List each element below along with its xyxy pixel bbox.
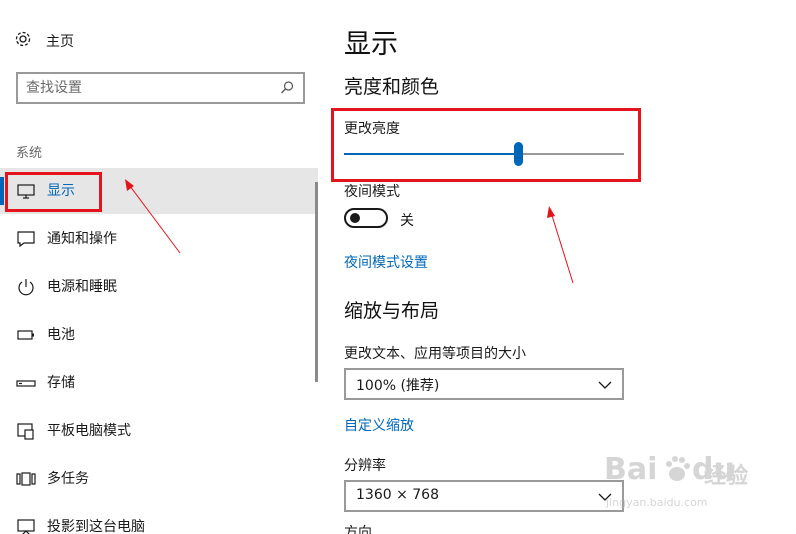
annotation-box-display <box>5 172 102 212</box>
sidebar-item-label: 平板电脑模式 <box>47 423 131 439</box>
sidebar-item-label: 多任务 <box>47 471 89 487</box>
sidebar-item-multitasking[interactable]: 多任务 <box>0 456 318 502</box>
sidebar: 主页 系统 显示 通知和操作 <box>0 0 320 534</box>
night-mode-settings-link[interactable]: 夜间模式设置 <box>344 252 428 272</box>
sidebar-item-label: 通知和操作 <box>47 231 117 247</box>
sidebar-item-power-sleep[interactable]: 电源和睡眠 <box>0 264 318 310</box>
storage-icon <box>16 373 36 393</box>
search-input[interactable] <box>26 78 276 98</box>
orientation-label: 方向 <box>344 525 372 534</box>
resolution-label: 分辨率 <box>344 458 386 474</box>
sidebar-item-notifications[interactable]: 通知和操作 <box>0 216 318 262</box>
sidebar-item-storage[interactable]: 存储 <box>0 360 318 406</box>
sidebar-item-label: 存储 <box>47 375 75 391</box>
page-title: 显示 <box>344 29 398 60</box>
night-mode-label: 夜间模式 <box>344 184 400 200</box>
scale-dropdown[interactable]: 100% (推荐) <box>344 368 624 400</box>
gear-icon <box>14 30 32 52</box>
settings-search-box[interactable] <box>16 72 305 104</box>
project-icon <box>16 517 36 534</box>
scale-label: 更改文本、应用等项目的大小 <box>344 346 526 362</box>
paw-icon <box>662 454 692 488</box>
sidebar-scrollbar[interactable] <box>315 182 318 382</box>
watermark-url: jingyan.baidu.com <box>606 496 708 509</box>
resolution-value: 1360 × 768 <box>356 487 439 503</box>
search-icon[interactable] <box>279 80 295 100</box>
sidebar-item-label: 电池 <box>47 327 75 343</box>
notification-icon <box>16 229 36 249</box>
sidebar-item-tablet-mode[interactable]: 平板电脑模式 <box>0 408 318 454</box>
scale-layout-heading: 缩放与布局 <box>344 300 440 322</box>
section-label-system: 系统 <box>16 146 43 161</box>
sidebar-item-label: 投影到这台电脑 <box>47 519 145 534</box>
home-label: 主页 <box>46 34 74 50</box>
toggle-knob <box>350 213 360 223</box>
tablet-mode-icon <box>16 421 36 441</box>
sidebar-item-label: 电源和睡眠 <box>47 279 117 295</box>
baidu-watermark: Bai du 经验 jingyan.baidu.com <box>598 446 768 516</box>
brightness-color-heading: 亮度和颜色 <box>344 76 440 98</box>
multitasking-icon <box>16 469 36 489</box>
active-indicator <box>0 177 4 205</box>
night-mode-toggle[interactable] <box>344 208 388 228</box>
scale-value: 100% (推荐) <box>356 378 440 394</box>
sidebar-item-battery[interactable]: 电池 <box>0 312 318 358</box>
chevron-down-icon <box>598 377 612 396</box>
battery-icon <box>16 325 36 345</box>
resolution-dropdown[interactable]: 1360 × 768 <box>344 480 624 512</box>
sidebar-item-project-to-pc[interactable]: 投影到这台电脑 <box>0 504 318 534</box>
home-link[interactable]: 主页 <box>14 28 74 54</box>
watermark-cn: 经验 <box>704 464 749 489</box>
night-mode-state: 关 <box>400 213 414 229</box>
power-icon <box>16 277 36 297</box>
annotation-box-brightness <box>331 108 641 182</box>
custom-scale-link[interactable]: 自定义缩放 <box>344 415 414 435</box>
watermark-brand: Bai <box>604 452 658 487</box>
